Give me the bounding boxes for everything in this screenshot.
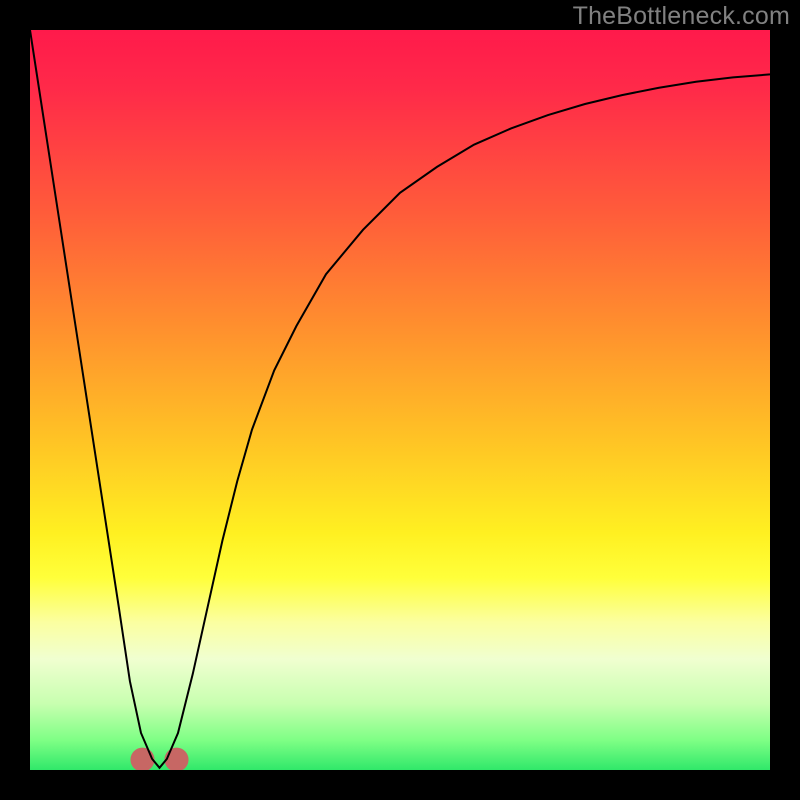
bottleneck-chart: [30, 30, 770, 770]
gradient-background: [30, 30, 770, 770]
watermark-label: TheBottleneck.com: [573, 2, 790, 31]
chart-frame: TheBottleneck.com: [0, 0, 800, 800]
